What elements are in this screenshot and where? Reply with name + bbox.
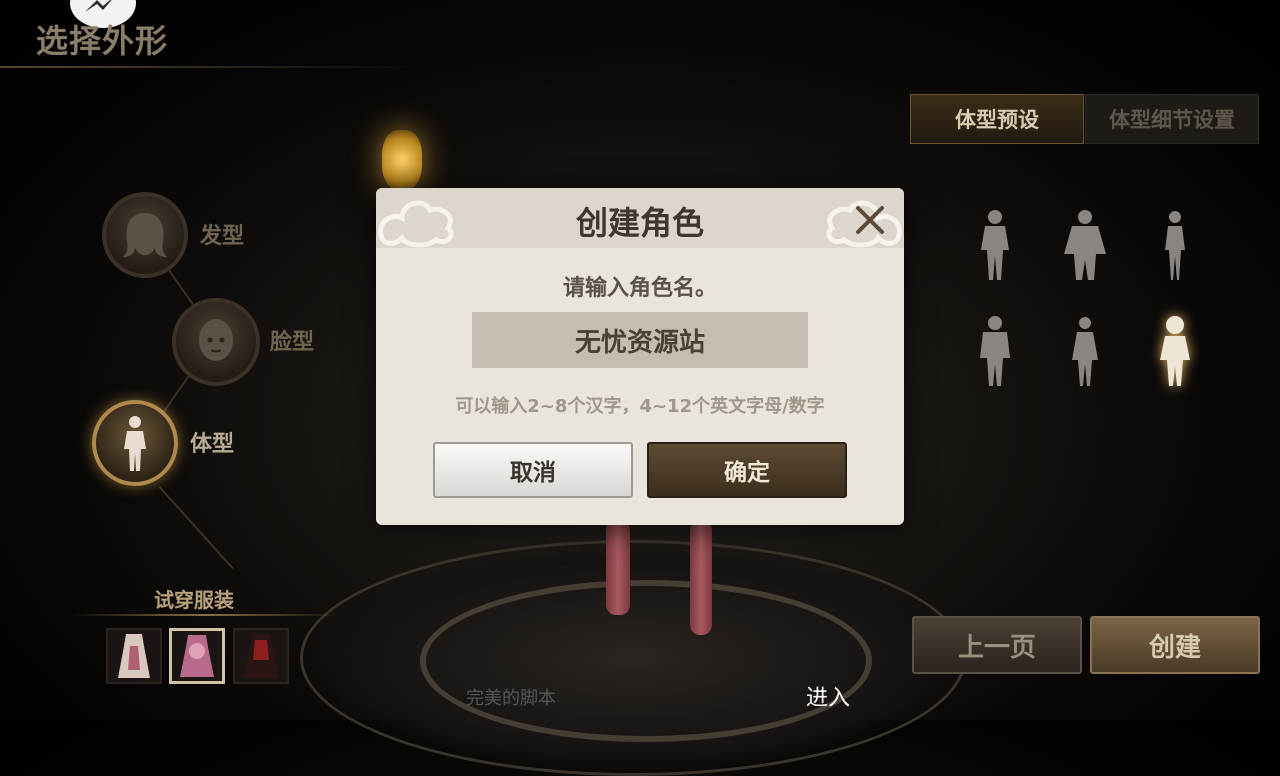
- outfit-thumb-3[interactable]: [233, 628, 289, 684]
- character-name-input[interactable]: [472, 312, 808, 368]
- category-hair-label[interactable]: 发型: [200, 218, 244, 250]
- tab-body-presets[interactable]: 体型预设: [910, 94, 1084, 144]
- tab-body-details[interactable]: 体型细节设置: [1085, 94, 1259, 144]
- body-preset-5[interactable]: [1060, 314, 1110, 388]
- try-on-outfits-title: 试穿服装: [154, 588, 234, 612]
- dialog-prompt: 请输入角色名。: [562, 276, 717, 301]
- page-title: 选择外形: [36, 22, 169, 60]
- previous-page-button[interactable]: 上一页: [912, 616, 1082, 674]
- name-rules-hint: 可以输入2~8个汉字，4~12个英文字母/数字: [455, 396, 825, 417]
- outfit-thumb-1[interactable]: [106, 628, 162, 684]
- category-hair-button[interactable]: [102, 192, 188, 278]
- body-preset-6-selected[interactable]: [1150, 314, 1200, 388]
- character-leg-left: [606, 520, 630, 615]
- body-preset-2[interactable]: [1060, 208, 1110, 282]
- category-body-button[interactable]: [92, 400, 178, 486]
- stage-inner-ring: [420, 580, 872, 742]
- category-face-label[interactable]: 脸型: [270, 324, 314, 356]
- create-button[interactable]: 创建: [1090, 616, 1260, 674]
- tree-connector: [160, 374, 190, 416]
- outfit-thumb-2[interactable]: [169, 628, 225, 684]
- enter-button[interactable]: 进入: [806, 680, 850, 712]
- body-preset-4[interactable]: [970, 314, 1020, 388]
- category-face-button[interactable]: [172, 298, 260, 386]
- category-body-label[interactable]: 体型: [190, 426, 234, 458]
- confirm-button[interactable]: 确定: [647, 442, 847, 498]
- bottom-left-text: 完美的脚本: [466, 688, 556, 709]
- character-leg-right: [690, 520, 712, 635]
- cancel-button[interactable]: 取消: [433, 442, 633, 498]
- hair-icon: [123, 213, 167, 257]
- dialog-title: 创建角色: [575, 204, 704, 242]
- body-preset-1[interactable]: [970, 208, 1020, 282]
- outfits-divider: [70, 614, 340, 616]
- body-preset-3[interactable]: [1150, 208, 1200, 282]
- title-divider: [0, 66, 420, 68]
- create-character-dialog: 创建角色 请输入角色名。 可以输入2~8个汉字，4~12个英文字母/数字 取消 …: [376, 188, 904, 525]
- tree-connector: [158, 486, 234, 570]
- lantern-decoration: [382, 130, 422, 190]
- body-icon: [124, 416, 146, 471]
- face-icon: [199, 319, 233, 361]
- close-icon[interactable]: [850, 200, 890, 240]
